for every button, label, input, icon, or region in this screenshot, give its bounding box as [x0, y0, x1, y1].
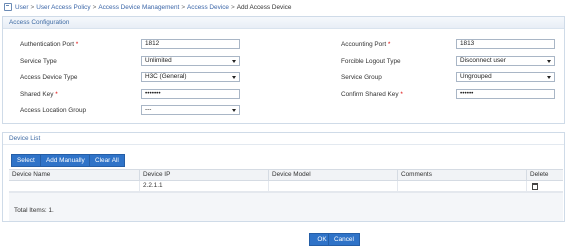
device-list-title: Device List	[3, 133, 564, 145]
service-type-select[interactable]: Unlimited	[141, 56, 240, 66]
accounting-port-label: Accounting Port *	[341, 41, 391, 48]
breadcrumb-user[interactable]: User	[15, 4, 29, 11]
breadcrumb: User > User Access Policy > Access Devic…	[4, 2, 291, 12]
shared-key-input[interactable]: •••••••	[141, 89, 240, 99]
service-group-label: Service Group	[341, 74, 382, 81]
device-type-label: Access Device Type	[20, 74, 78, 81]
location-group-select[interactable]: ---	[141, 105, 240, 115]
forcible-logout-select[interactable]: Disconnect user	[456, 56, 555, 66]
total-items: Total Items: 1.	[14, 207, 54, 214]
column-device-model[interactable]: Device Model	[269, 170, 398, 180]
access-configuration-panel: Access Configuration	[2, 16, 565, 124]
confirm-key-label: Confirm Shared Key *	[341, 91, 403, 98]
column-comments[interactable]: Comments	[398, 170, 527, 180]
breadcrumb-separator: >	[181, 3, 186, 11]
breadcrumb-separator: >	[92, 3, 97, 11]
service-group-select[interactable]: Ungrouped	[456, 72, 555, 82]
column-device-ip[interactable]: Device IP	[140, 170, 269, 180]
column-delete: Delete	[530, 171, 549, 178]
auth-port-label: Authentication Port *	[20, 41, 79, 48]
table-footer: Total Items: 1.	[9, 192, 563, 221]
clear-all-button[interactable]: Clear All	[89, 154, 125, 167]
access-configuration-title: Access Configuration	[3, 17, 564, 29]
device-type-select[interactable]: H3C (General)	[141, 72, 240, 82]
location-group-label: Access Location Group	[20, 107, 87, 114]
cell-device-name	[9, 181, 140, 191]
breadcrumb-access-device-management[interactable]: Access Device Management	[98, 4, 179, 11]
forcible-logout-label: Forcible Logout Type	[341, 58, 401, 65]
confirm-key-input[interactable]: ••••••	[456, 89, 555, 99]
select-button[interactable]: Select	[11, 154, 41, 167]
breadcrumb-separator: >	[230, 3, 235, 11]
shared-key-label: Shared Key *	[20, 91, 58, 98]
service-type-label: Service Type	[20, 58, 57, 65]
cell-delete	[527, 181, 563, 191]
auth-port-input[interactable]: 1812	[141, 39, 240, 49]
user-icon	[4, 3, 12, 11]
table-row: 2.2.1.1	[9, 181, 563, 192]
cell-device-ip: 2.2.1.1	[140, 181, 269, 191]
breadcrumb-access-device[interactable]: Access Device	[187, 4, 229, 11]
device-table-header: Device Name Device IP Device Model Comme…	[9, 169, 563, 181]
column-device-name[interactable]: Device Name	[9, 170, 140, 180]
breadcrumb-separator: >	[30, 3, 35, 11]
add-manually-button[interactable]: Add Manually	[40, 154, 91, 167]
breadcrumb-current: Add Access Device	[236, 3, 292, 11]
cancel-button[interactable]: Cancel	[328, 233, 360, 246]
cell-device-model	[269, 181, 398, 191]
cell-comments	[398, 181, 527, 191]
breadcrumb-user-access-policy[interactable]: User Access Policy	[36, 4, 90, 11]
accounting-port-input[interactable]: 1813	[456, 39, 555, 49]
trash-icon[interactable]	[532, 183, 538, 190]
